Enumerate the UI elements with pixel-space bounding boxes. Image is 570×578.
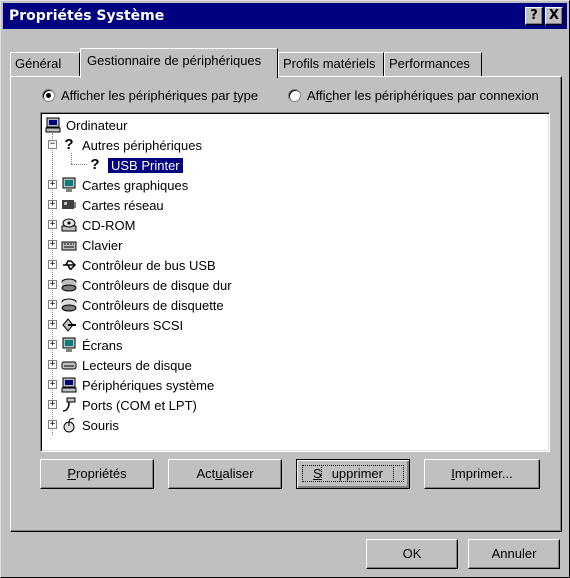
tree-label-usb-printer: USB Printer	[107, 156, 184, 174]
tree-node[interactable]: Écrans	[61, 335, 122, 355]
tree-label: Cartes réseau	[82, 197, 164, 213]
expand-toggle[interactable]: +	[48, 360, 57, 369]
expand-toggle[interactable]: +	[48, 220, 57, 229]
tree-node[interactable]: Ports (COM et LPT)	[61, 395, 197, 415]
network-card-icon	[62, 200, 76, 209]
tree-node[interactable]: Clavier	[61, 235, 122, 255]
tree-label: Lecteurs de disque	[82, 357, 192, 373]
tree-node[interactable]: CD-ROM	[61, 215, 135, 235]
collapse-toggle[interactable]: −	[48, 140, 57, 149]
computer-icon	[45, 117, 61, 133]
scsi-icon	[62, 318, 76, 332]
ok-button[interactable]: OK	[366, 539, 458, 569]
tree-label: Contrôleurs de disquette	[82, 297, 224, 313]
tree-node[interactable]: Souris	[61, 415, 119, 435]
expand-toggle[interactable]: +	[48, 260, 57, 269]
keyboard-icon	[61, 241, 77, 251]
tree-node[interactable]: Contrôleurs de disquette	[61, 295, 224, 315]
expand-toggle[interactable]: +	[48, 300, 57, 309]
print-button[interactable]: Imprimer...	[424, 459, 540, 489]
tree-node[interactable]: Contrôleurs SCSI	[61, 315, 183, 335]
tab-device-manager[interactable]: Gestionnaire de périphériques	[80, 48, 278, 78]
tree-node[interactable]: Contrôleur de bus USB	[61, 255, 216, 275]
monitor-icon	[62, 337, 76, 352]
tree-node[interactable]: Périphériques système	[61, 375, 214, 395]
radio-button-unchecked[interactable]	[288, 89, 301, 102]
close-button[interactable]: X	[545, 7, 563, 25]
title-bar[interactable]: Propriétés Système ? X	[3, 3, 567, 29]
question-mark-icon: ?	[90, 156, 100, 173]
radio-view-by-type[interactable]: Afficher les périphériques par type	[42, 88, 258, 103]
tree-node[interactable]: Cartes graphiques	[61, 175, 188, 195]
radio-label-by-connection: Afficher les périphériques par connexion	[307, 88, 539, 103]
cancel-button[interactable]: Annuler	[468, 539, 560, 569]
expand-toggle[interactable]: +	[48, 340, 57, 349]
tree-label: Périphériques système	[82, 377, 215, 393]
device-tree[interactable]: Ordinateur − ? Autres périphériques ? US…	[40, 112, 550, 452]
expand-toggle[interactable]: +	[48, 320, 57, 329]
cdrom-icon	[61, 218, 77, 232]
properties-button[interactable]: Propriétés	[40, 459, 154, 489]
tree-label-other-devices: Autres périphériques	[82, 137, 202, 153]
tree-guide-line	[71, 153, 72, 164]
refresh-button[interactable]: Actualiser	[168, 459, 282, 489]
tab-general[interactable]: Général	[10, 52, 80, 76]
expand-toggle[interactable]: +	[48, 200, 57, 209]
question-mark-icon: ?	[64, 136, 74, 153]
disk-drive-icon	[61, 361, 77, 370]
port-icon	[62, 397, 76, 412]
remove-button[interactable]: Supprimer	[296, 459, 410, 489]
tree-label: Ports (COM et LPT)	[82, 397, 197, 413]
tree-label: Contrôleurs SCSI	[82, 317, 184, 333]
tree-label-root: Ordinateur	[66, 117, 128, 133]
tree-label: Contrôleur de bus USB	[82, 257, 216, 273]
usb-icon	[63, 260, 77, 270]
expand-toggle[interactable]: +	[48, 400, 57, 409]
tree-node[interactable]: Contrôleurs de disque dur	[61, 275, 232, 295]
window-title: Propriétés Système	[9, 8, 165, 24]
tab-hardware-profiles[interactable]: Profils matériels	[278, 52, 384, 76]
expand-toggle[interactable]: +	[48, 420, 57, 429]
floppy-controller-icon	[61, 298, 77, 312]
help-button[interactable]: ?	[525, 7, 543, 25]
radio-label-by-type: Afficher les périphériques par type	[61, 88, 259, 103]
tab-performance[interactable]: Performances	[384, 52, 482, 76]
tree-label: CD-ROM	[82, 217, 136, 233]
tree-node-usb-printer[interactable]: ? USB Printer	[87, 155, 184, 175]
expand-toggle[interactable]: +	[48, 240, 57, 249]
tree-label: Souris	[82, 417, 119, 433]
computer-icon	[61, 377, 77, 393]
monitor-icon	[62, 177, 76, 192]
tree-guide-line	[71, 164, 87, 165]
tree-root[interactable]: Ordinateur	[45, 115, 127, 135]
tree-node-other-devices[interactable]: ? Autres périphériques	[61, 135, 202, 155]
tree-label: Clavier	[82, 237, 123, 253]
tree-node[interactable]: Lecteurs de disque	[61, 355, 192, 375]
tree-label: Écrans	[82, 337, 123, 353]
expand-toggle[interactable]: +	[48, 380, 57, 389]
disk-controller-icon	[61, 278, 77, 292]
mouse-icon	[63, 418, 75, 433]
tree-label: Contrôleurs de disque dur	[82, 277, 232, 293]
expand-toggle[interactable]: +	[48, 180, 57, 189]
tree-node[interactable]: Cartes réseau	[61, 195, 164, 215]
expand-toggle[interactable]: +	[48, 280, 57, 289]
tree-label: Cartes graphiques	[82, 177, 189, 193]
radio-button-checked[interactable]	[42, 89, 55, 102]
radio-view-by-connection[interactable]: Afficher les périphériques par connexion	[288, 88, 539, 103]
